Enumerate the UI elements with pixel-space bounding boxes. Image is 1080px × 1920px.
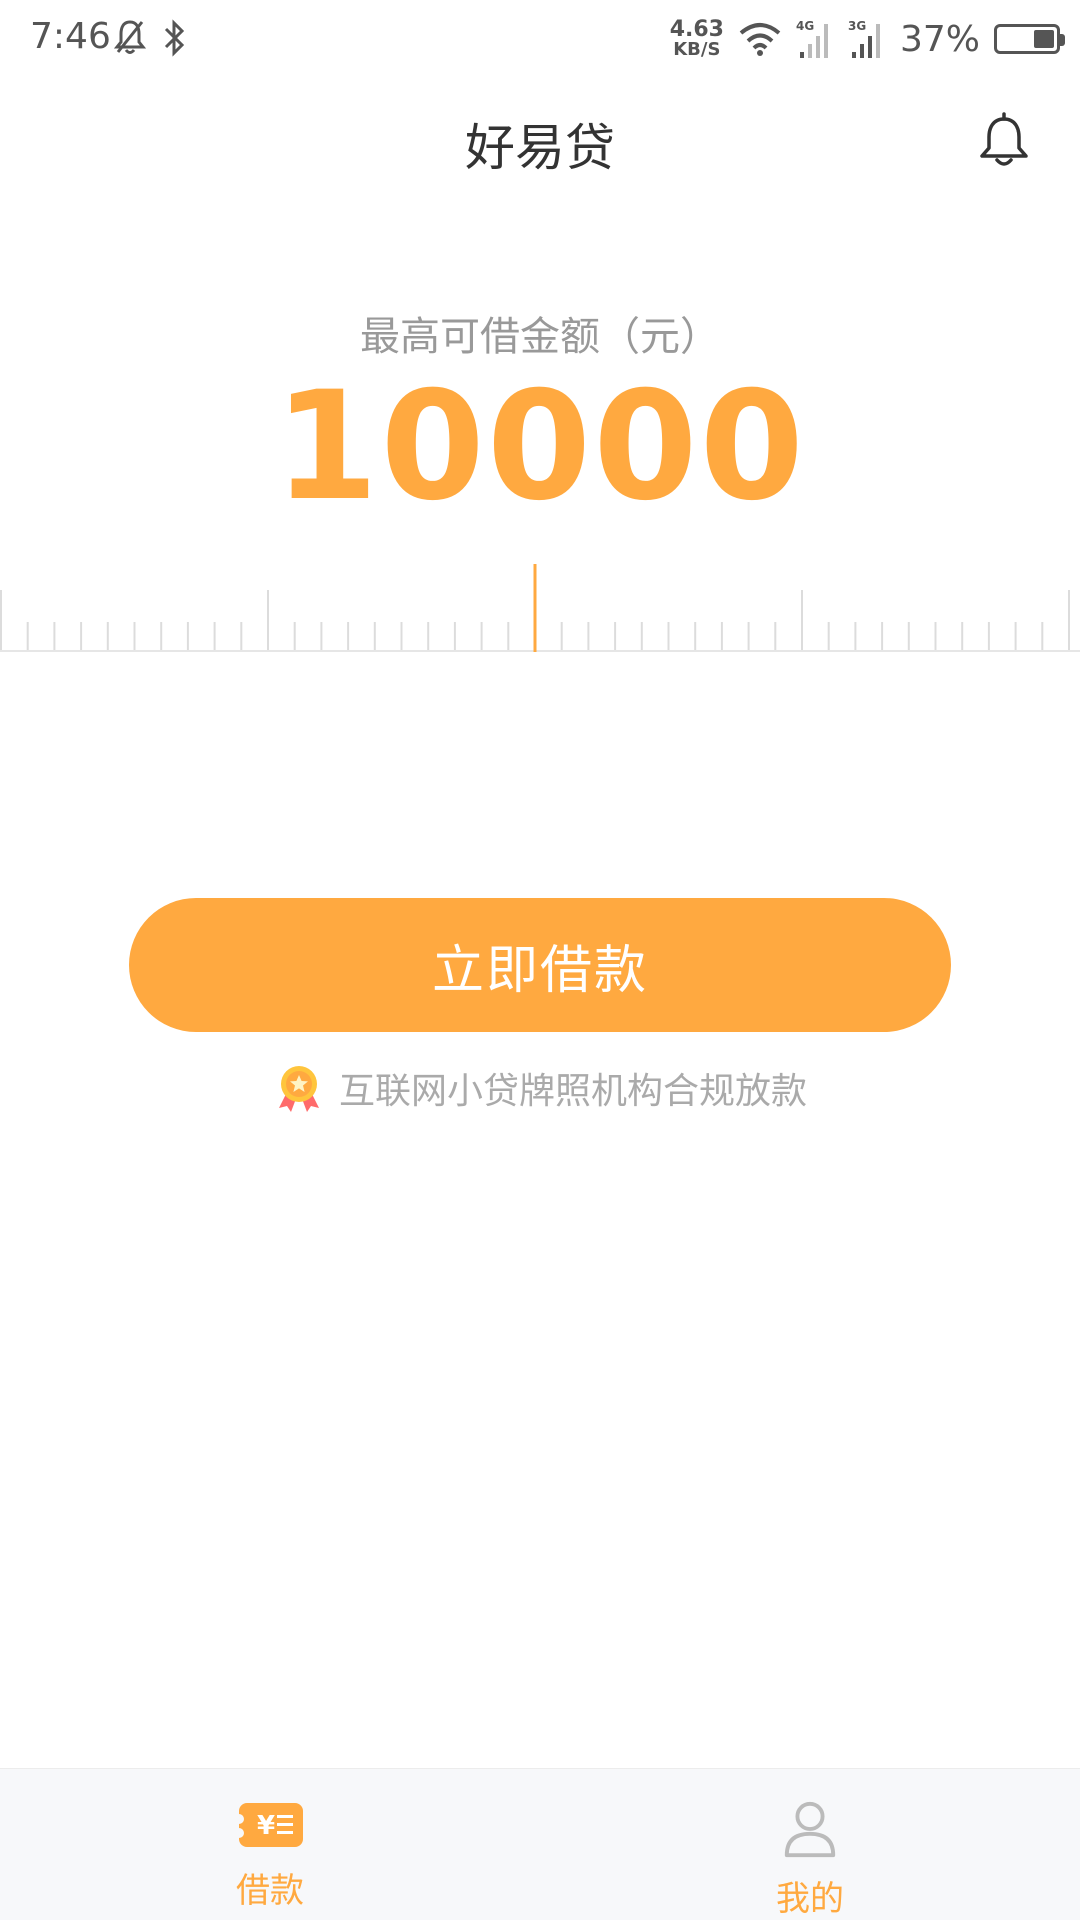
svg-text:¥: ¥ (257, 1811, 275, 1841)
compliance-notice: 互联网小贷牌照机构合规放款 (0, 1062, 1080, 1114)
nav-item-mine[interactable]: 我的 (540, 1769, 1080, 1920)
bottom-nav: ¥ 借款 我的 (0, 1768, 1080, 1920)
status-bar: 7:46 4.63 KB/S 4G 3G 37% (0, 0, 1080, 78)
mute-bell-icon (114, 20, 146, 54)
battery-percent: 37% (899, 18, 980, 60)
nav-label-mine: 我的 (776, 1879, 844, 1919)
page-title: 好易贷 (465, 119, 615, 177)
signal-3g-icon: 3G (848, 19, 880, 58)
status-time: 7:46 (30, 16, 111, 57)
battery-icon (994, 24, 1065, 54)
status-left-icons (114, 18, 188, 58)
signal-4g-label: 4G (796, 19, 814, 33)
nav-label-loan: 借款 (236, 1871, 304, 1911)
nav-item-loan[interactable]: ¥ 借款 (0, 1769, 540, 1920)
status-right-icons: 4.63 KB/S 4G 3G 37% (669, 14, 1065, 64)
max-amount-value: 10000 (274, 360, 806, 534)
user-icon (784, 1801, 836, 1858)
bluetooth-icon (164, 19, 185, 57)
signal-4g-icon: 4G (796, 19, 828, 58)
medal-icon (278, 1066, 319, 1112)
notification-bell-icon[interactable] (976, 110, 1032, 170)
borrow-now-button[interactable]: 立即借款 (129, 898, 951, 1032)
compliance-notice-text: 互联网小贷牌照机构合规放款 (338, 1071, 807, 1112)
amount-ruler-slider[interactable] (0, 560, 1080, 656)
loan-icon: ¥ (235, 1803, 303, 1847)
app-header: 好易贷 (0, 78, 1080, 202)
battery-fill (1034, 30, 1054, 48)
max-amount-label: 最高可借金额（元） (360, 314, 720, 360)
wifi-icon (739, 23, 781, 56)
app-screen: 7:46 4.63 KB/S 4G 3G 37% 好易贷 最高可借金额（元） 1… (0, 0, 1080, 1920)
signal-3g-label: 3G (848, 19, 866, 33)
net-speed: 4.63 KB/S (669, 17, 724, 60)
